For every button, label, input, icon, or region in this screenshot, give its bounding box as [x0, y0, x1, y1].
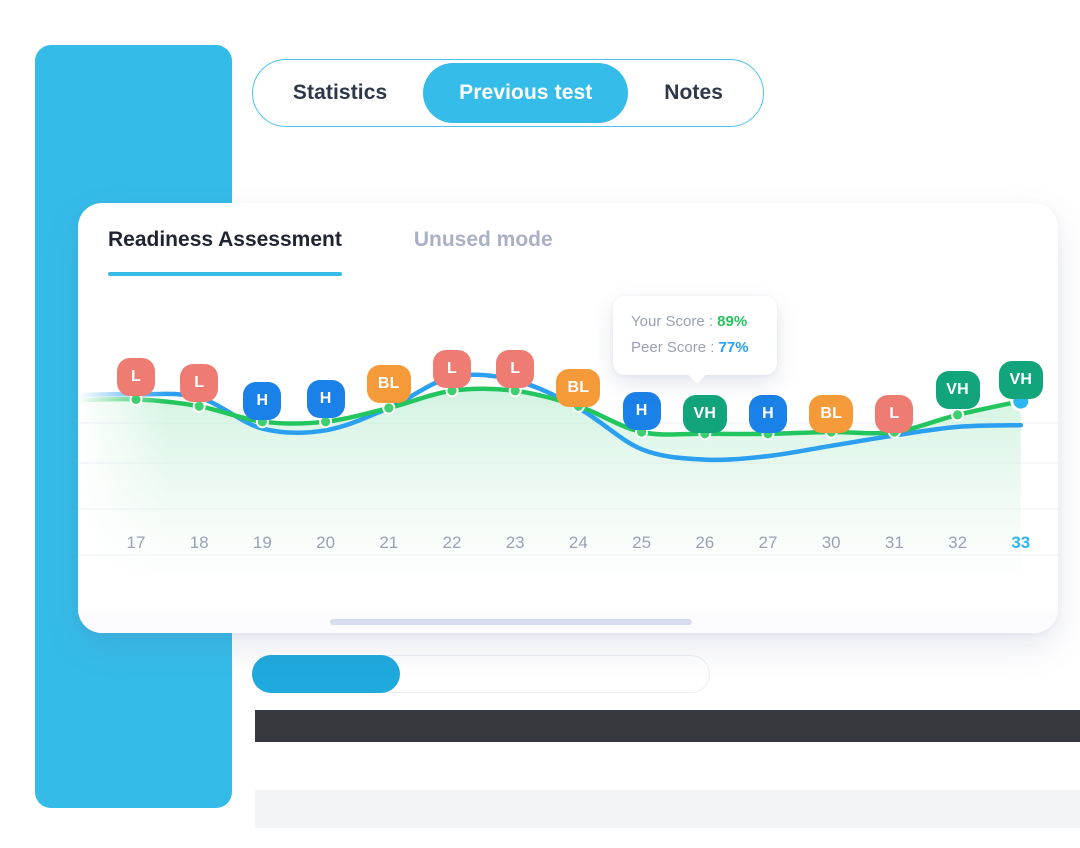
your-score-point[interactable] [384, 403, 394, 413]
tab-previous-test-label: Previous test [459, 81, 593, 104]
your-score-point[interactable] [131, 394, 141, 404]
marker-badge-19[interactable]: H [243, 382, 282, 420]
x-tick-19[interactable]: 19 [253, 533, 272, 553]
marker-badge-30[interactable]: BL [809, 395, 854, 433]
tab-statistics[interactable]: Statistics [257, 63, 423, 123]
x-tick-23[interactable]: 23 [506, 533, 525, 553]
card-tab-readiness-assessment[interactable]: Readiness Assessment [108, 228, 342, 296]
your-score-label: Your Score : [631, 313, 713, 330]
tab-notes-label: Notes [664, 81, 724, 104]
x-tick-33[interactable]: 33 [1011, 533, 1030, 553]
tab-statistics-label: Statistics [292, 81, 388, 104]
marker-badge-26[interactable]: VH [682, 395, 727, 433]
marker-badge-20[interactable]: H [306, 380, 345, 418]
placeholder-primary-button[interactable] [252, 655, 400, 693]
screenshot-root: Statistics Previous test Notes Readiness… [0, 0, 1080, 848]
marker-badge-24[interactable]: BL [556, 369, 601, 407]
x-tick-20[interactable]: 20 [316, 533, 335, 553]
x-tick-32[interactable]: 32 [948, 533, 967, 553]
chart-scrollbar-thumb[interactable] [330, 619, 692, 625]
active-tab-underline [108, 272, 342, 276]
your-score-point[interactable] [194, 401, 204, 411]
peer-score-value: 77% [718, 338, 749, 356]
x-tick-17[interactable]: 17 [127, 533, 146, 553]
x-tick-27[interactable]: 27 [759, 533, 778, 553]
peer-score-label: Peer Score : [631, 338, 715, 356]
x-tick-25[interactable]: 25 [632, 533, 651, 553]
marker-badge-23[interactable]: L [496, 350, 535, 388]
marker-badge-31[interactable]: L [875, 395, 914, 433]
marker-badge-21[interactable]: BL [366, 365, 411, 403]
tab-previous-test[interactable]: Previous test [423, 63, 629, 123]
card-tab-bar: Readiness Assessment Unused mode [108, 228, 553, 296]
x-axis-tick-labels: 1718192021222324252627303132333 [78, 533, 1058, 573]
marker-badge-27[interactable]: H [749, 395, 787, 433]
chart-scrollbar-track[interactable] [78, 611, 1058, 633]
card-tab-unused-mode[interactable]: Unused mode [414, 228, 553, 272]
top-tab-bar: Statistics Previous test Notes [252, 59, 764, 127]
x-tick-22[interactable]: 22 [443, 533, 462, 553]
your-score-point[interactable] [953, 410, 963, 420]
x-tick-26[interactable]: 26 [695, 533, 714, 553]
placeholder-dark-bar [255, 710, 1080, 742]
score-tooltip: Your Score : 89% Peer Score : 77% [613, 296, 777, 384]
x-tick-31[interactable]: 31 [885, 533, 904, 553]
tab-notes[interactable]: Notes [628, 63, 759, 123]
placeholder-gray-bar [255, 790, 1080, 828]
x-tick-30[interactable]: 30 [822, 533, 841, 553]
x-tick-18[interactable]: 18 [190, 533, 209, 553]
your-score-point[interactable] [321, 417, 331, 427]
marker-badge-18[interactable]: L [180, 364, 219, 402]
marker-badge-25[interactable]: H [622, 392, 661, 430]
your-score-row: Your Score : 89% [631, 309, 761, 335]
x-tick-21[interactable]: 21 [379, 533, 398, 553]
card-tab-unused-mode-label: Unused mode [413, 228, 553, 251]
peer-score-row: Peer Score : 77% [631, 335, 761, 361]
marker-badge-32[interactable]: VH [935, 371, 980, 409]
your-score-value: 89% [717, 313, 748, 330]
marker-badge-17[interactable]: L [117, 358, 155, 396]
card-tab-readiness-assessment-label: Readiness Assessment [108, 228, 342, 251]
x-tick-24[interactable]: 24 [569, 533, 588, 553]
marker-badge-33[interactable]: VH [998, 361, 1043, 399]
marker-badge-22[interactable]: L [433, 350, 471, 388]
